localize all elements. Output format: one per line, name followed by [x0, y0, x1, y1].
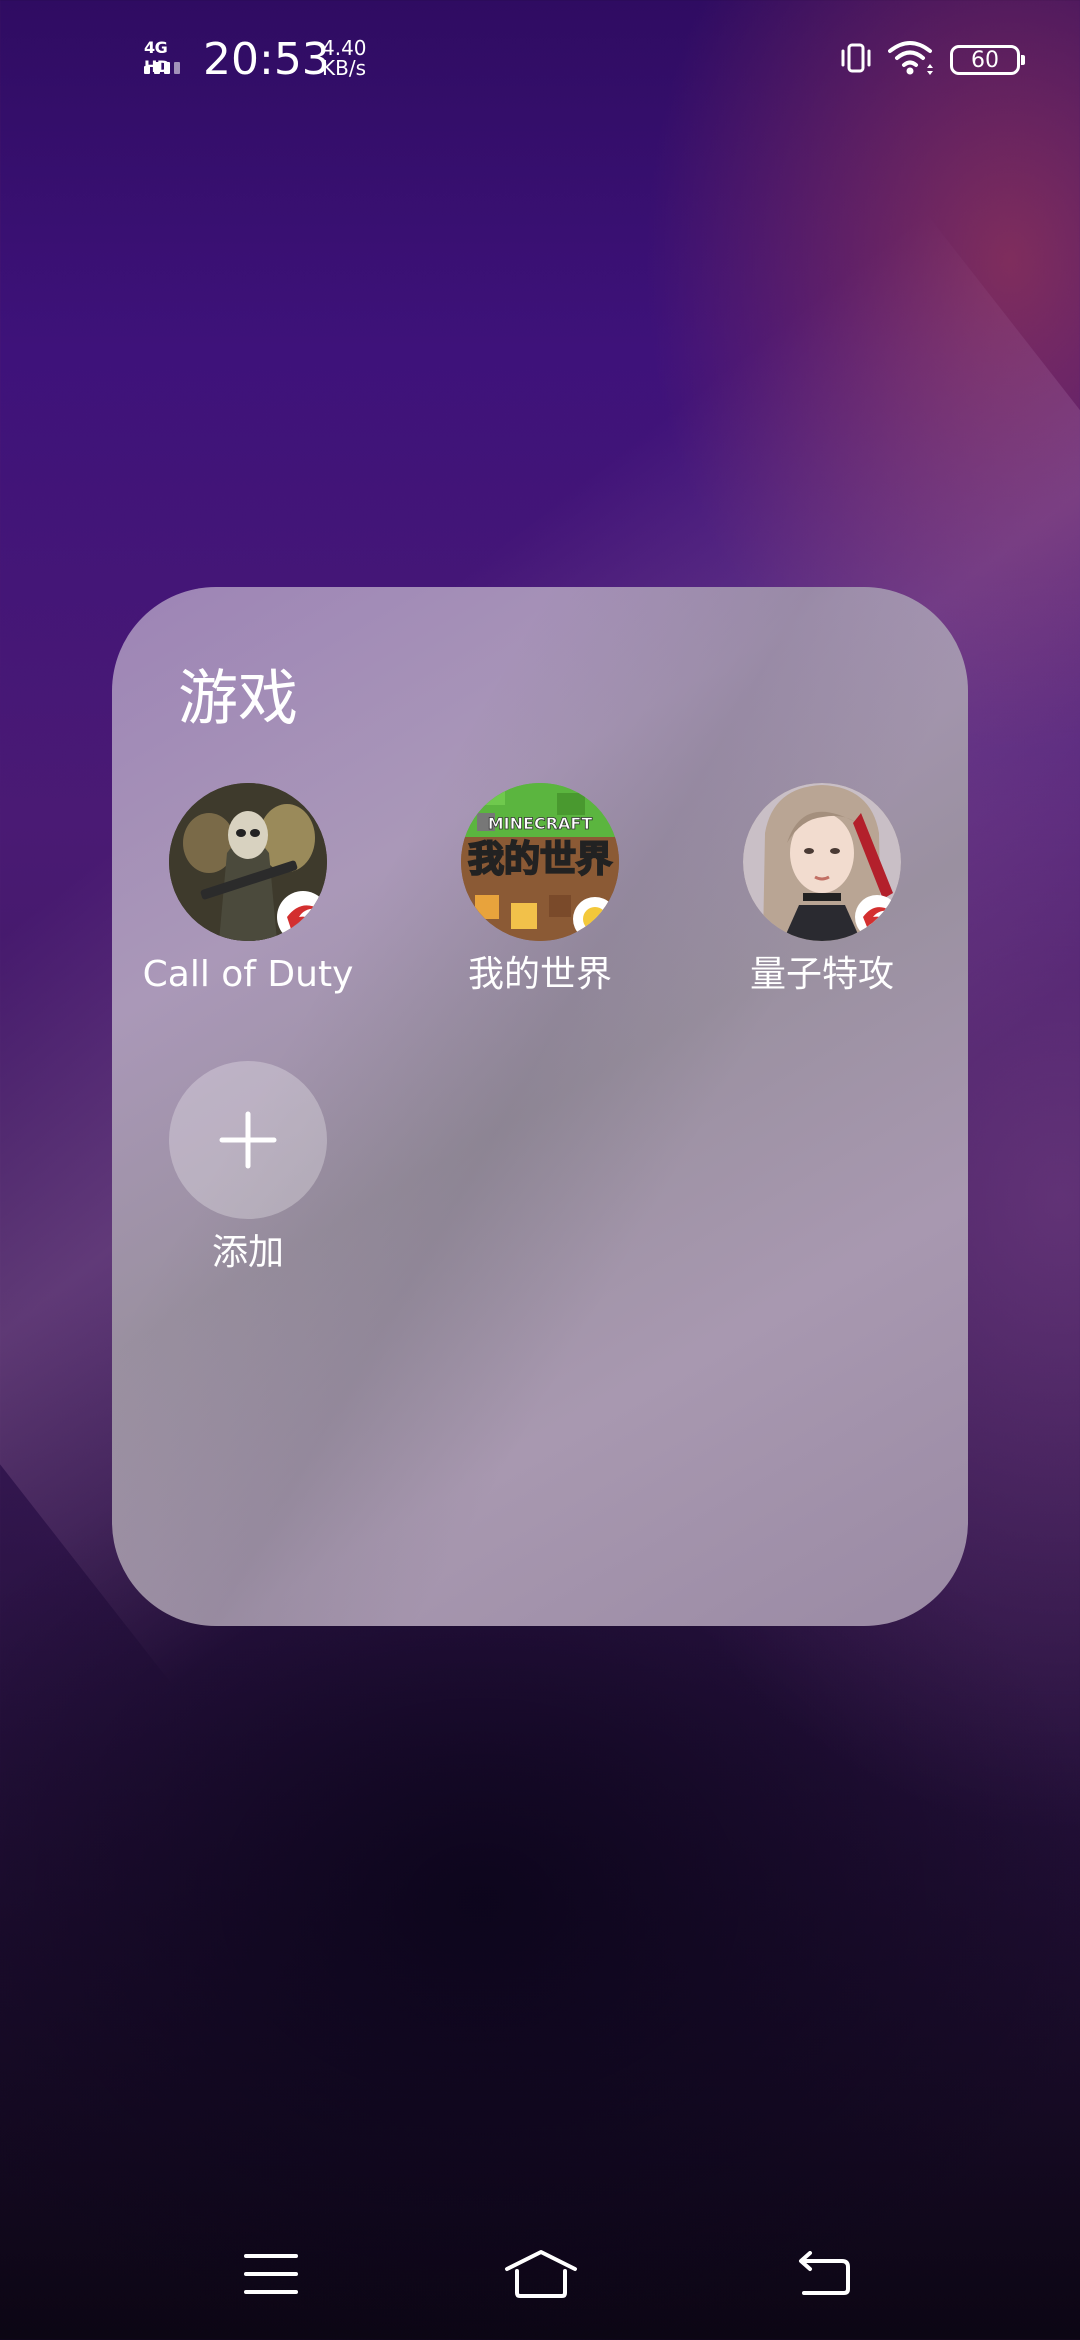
- folder-title[interactable]: 游戏: [178, 659, 298, 739]
- status-icons: 60: [838, 36, 1025, 84]
- plus-icon[interactable]: [169, 1061, 327, 1219]
- status-bar: 4G HD 20:53 4.40 KB/s: [0, 0, 1080, 120]
- vibrate-icon: [838, 40, 874, 80]
- home-button[interactable]: [501, 2246, 581, 2306]
- status-time: 20:53: [203, 34, 330, 85]
- wifi-icon: [888, 39, 936, 81]
- home-icon: [503, 2249, 579, 2303]
- signal-bars: [144, 62, 180, 74]
- minecraft-icon-text-top: MINECRAFT: [488, 814, 593, 833]
- menu-icon: [244, 2252, 298, 2300]
- network-speed: 4.40 KB/s: [322, 38, 367, 78]
- app-label-minecraft: 我的世界: [467, 954, 612, 995]
- back-button[interactable]: [784, 2246, 864, 2306]
- app-label-call-of-duty: Call of Duty: [142, 954, 354, 995]
- app-minecraft[interactable]: MINECRAFT 我的世界 我的世界: [410, 783, 670, 999]
- network-speed-unit: KB/s: [322, 56, 366, 80]
- network-speed-value: 4.40: [322, 36, 367, 60]
- minecraft-icon-text-main: 我的世界: [468, 839, 612, 880]
- app-call-of-duty[interactable]: Call of Duty: [118, 783, 378, 999]
- quantum-strike-app-icon[interactable]: [743, 783, 901, 941]
- app-quantum-strike[interactable]: 量子特攻: [692, 783, 952, 999]
- back-icon: [796, 2251, 852, 2301]
- battery-level: 60: [971, 47, 999, 73]
- add-app-button[interactable]: 添加: [118, 1061, 378, 1277]
- minecraft-app-icon[interactable]: MINECRAFT 我的世界: [461, 783, 619, 941]
- app-label-quantum-strike: 量子特攻: [749, 954, 894, 995]
- game-folder-panel: 游戏 Call of Duty MINECRAFT 我的世界 我的世界 量子特攻…: [112, 587, 968, 1626]
- battery-icon: 60: [950, 45, 1025, 75]
- signal-icon: 4G HD: [144, 38, 192, 78]
- navigation-bar: [0, 2232, 1080, 2322]
- call-of-duty-app-icon[interactable]: [169, 783, 327, 941]
- menu-button[interactable]: [231, 2246, 311, 2306]
- add-app-label: 添加: [211, 1232, 284, 1273]
